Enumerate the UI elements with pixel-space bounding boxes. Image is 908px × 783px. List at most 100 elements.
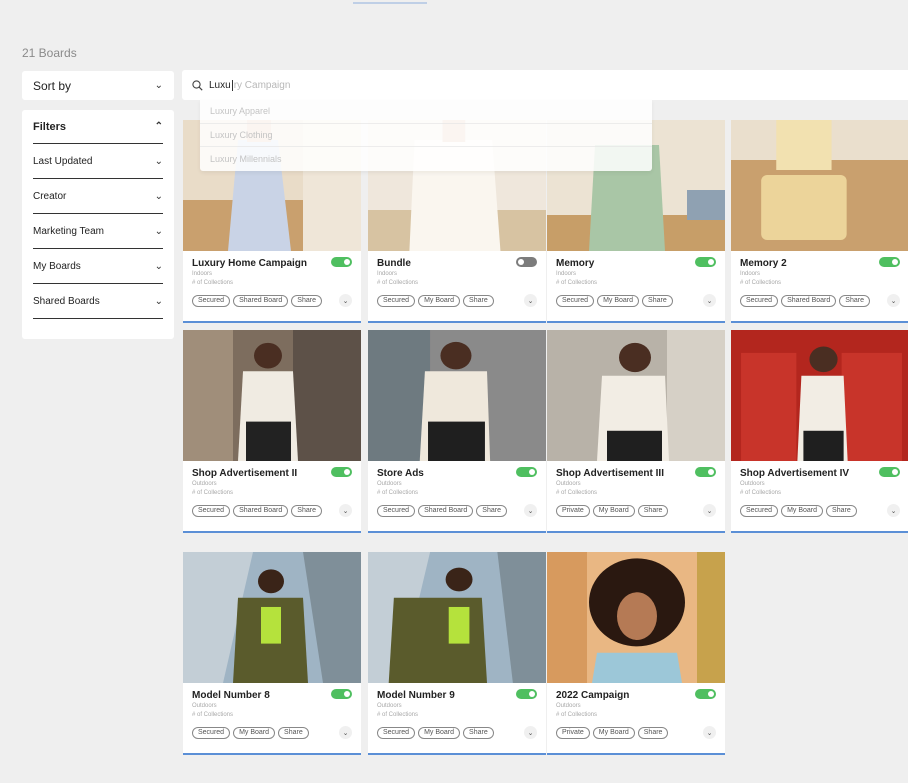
chevron-down-icon[interactable]: ⌄ <box>887 504 900 517</box>
chevron-down-icon[interactable]: ⌄ <box>703 726 716 739</box>
board-title: Model Number 8 <box>192 690 270 701</box>
board-toggle[interactable] <box>695 689 716 699</box>
filters-header[interactable]: Filters ⌃ <box>33 110 163 144</box>
share-button[interactable]: Share <box>637 504 669 517</box>
board-card[interactable]: 2022 Campaign Outdoors # of Collections … <box>547 552 725 755</box>
sort-dropdown[interactable]: Sort by ⌄ <box>22 71 174 100</box>
chevron-down-icon[interactable]: ⌄ <box>339 726 352 739</box>
tag-secured[interactable]: Secured <box>740 504 779 517</box>
board-title: Shop Advertisement III <box>556 468 664 479</box>
tag-secured[interactable]: Secured <box>192 504 231 517</box>
suggestion-item[interactable]: Luxury Apparel <box>200 100 652 124</box>
tag-secured[interactable]: Secured <box>377 504 416 517</box>
filter-label: My Boards <box>33 260 81 272</box>
share-button[interactable]: Share <box>642 294 673 307</box>
search-input[interactable]: Luxu ry Campaign <box>182 70 908 100</box>
board-card[interactable]: Memory 2 Indoors # of Collections Secure… <box>731 120 908 323</box>
chevron-down-icon[interactable]: ⌄ <box>703 504 716 517</box>
search-autocomplete-hint: ry Campaign <box>233 79 291 91</box>
board-thumbnail <box>731 330 908 461</box>
filter-marketing-team[interactable]: Marketing Team ⌄ <box>33 214 163 249</box>
board-thumbnail <box>183 330 361 461</box>
chevron-down-icon[interactable]: ⌄ <box>703 294 716 307</box>
tag-private[interactable]: Private <box>556 726 590 739</box>
board-toggle[interactable] <box>516 689 537 699</box>
suggestion-item[interactable]: Luxury Clothing <box>200 124 652 147</box>
board-title: Store Ads <box>377 468 424 479</box>
search-suggestions: Luxury Apparel Luxury Clothing Luxury Mi… <box>200 100 652 171</box>
chevron-down-icon[interactable]: ⌄ <box>339 294 352 307</box>
board-toggle[interactable] <box>516 467 537 477</box>
board-toggle[interactable] <box>331 467 352 477</box>
board-toggle[interactable] <box>695 257 716 267</box>
board-subtitle: Indoors <box>740 271 761 277</box>
collections-count: # of Collections <box>556 280 598 286</box>
share-button[interactable]: Share <box>463 726 494 739</box>
share-button[interactable]: Share <box>278 726 309 739</box>
share-button[interactable]: Share <box>826 504 857 517</box>
share-button[interactable]: Share <box>637 726 669 739</box>
tag-board-type[interactable]: My Board <box>592 504 635 517</box>
filter-shared-boards[interactable]: Shared Boards ⌄ <box>33 284 163 319</box>
tag-secured[interactable]: Secured <box>192 726 231 739</box>
board-subtitle: Outdoors <box>740 481 765 487</box>
board-toggle[interactable] <box>879 467 900 477</box>
filter-label: Shared Boards <box>33 295 100 307</box>
filter-last-updated[interactable]: Last Updated ⌄ <box>33 144 163 179</box>
tag-board-type[interactable]: Shared Board <box>781 294 837 307</box>
board-title: Model Number 9 <box>377 690 455 701</box>
share-button[interactable]: Share <box>839 294 870 307</box>
chevron-down-icon[interactable]: ⌄ <box>339 504 352 517</box>
board-thumbnail <box>731 120 908 251</box>
chevron-down-icon: ⌄ <box>154 260 163 272</box>
share-button[interactable]: Share <box>463 294 494 307</box>
board-subtitle: Outdoors <box>192 481 217 487</box>
chevron-down-icon[interactable]: ⌄ <box>524 726 537 739</box>
share-button[interactable]: Share <box>291 294 322 307</box>
tag-private[interactable]: Private <box>556 504 590 517</box>
tag-secured[interactable]: Secured <box>377 294 416 307</box>
board-card[interactable]: Model Number 8 Outdoors # of Collections… <box>183 552 361 755</box>
share-button[interactable]: Share <box>476 504 507 517</box>
board-subtitle: Indoors <box>192 271 213 277</box>
collections-count: # of Collections <box>556 712 598 718</box>
board-card[interactable]: Model Number 9 Outdoors # of Collections… <box>368 552 546 755</box>
tag-board-type[interactable]: Shared Board <box>233 294 289 307</box>
board-subtitle: Indoors <box>377 271 398 277</box>
chevron-down-icon[interactable]: ⌄ <box>887 294 900 307</box>
board-toggle[interactable] <box>516 257 537 267</box>
filter-creator[interactable]: Creator ⌄ <box>33 179 163 214</box>
chevron-down-icon[interactable]: ⌄ <box>524 504 537 517</box>
board-card[interactable]: Shop Advertisement IV Outdoors # of Coll… <box>731 330 908 533</box>
tag-board-type[interactable]: My Board <box>592 726 635 739</box>
board-toggle[interactable] <box>331 689 352 699</box>
tag-board-type[interactable]: My Board <box>418 726 461 739</box>
text-caret <box>231 79 233 91</box>
sort-label: Sort by <box>33 78 72 93</box>
filters-panel: Filters ⌃ Last Updated ⌄ Creator ⌄ Marketi… <box>22 110 174 339</box>
boards-count: 21 Boards <box>22 46 77 60</box>
tag-board-type[interactable]: My Board <box>597 294 640 307</box>
tag-secured[interactable]: Secured <box>192 294 231 307</box>
tag-secured[interactable]: Secured <box>740 294 779 307</box>
board-card[interactable]: Shop Advertisement II Outdoors # of Coll… <box>183 330 361 533</box>
collections-count: # of Collections <box>192 490 234 496</box>
board-toggle[interactable] <box>331 257 352 267</box>
share-button[interactable]: Share <box>291 504 322 517</box>
tag-board-type[interactable]: Shared Board <box>418 504 474 517</box>
tag-secured[interactable]: Secured <box>377 726 416 739</box>
board-card[interactable]: Shop Advertisement III Outdoors # of Col… <box>547 330 725 533</box>
board-toggle[interactable] <box>879 257 900 267</box>
tag-board-type[interactable]: My Board <box>418 294 461 307</box>
board-card[interactable]: Store Ads Outdoors # of Collections Secu… <box>368 330 546 533</box>
filter-my-boards[interactable]: My Boards ⌄ <box>33 249 163 284</box>
board-toggle[interactable] <box>695 467 716 477</box>
tag-secured[interactable]: Secured <box>556 294 595 307</box>
chevron-down-icon[interactable]: ⌄ <box>524 294 537 307</box>
tag-board-type[interactable]: My Board <box>781 504 824 517</box>
tag-board-type[interactable]: My Board <box>233 726 276 739</box>
suggestion-item[interactable]: Luxury Millennials <box>200 147 652 171</box>
chevron-down-icon: ⌄ <box>154 295 163 307</box>
tag-board-type[interactable]: Shared Board <box>233 504 289 517</box>
chevron-down-icon: ⌄ <box>154 80 163 91</box>
